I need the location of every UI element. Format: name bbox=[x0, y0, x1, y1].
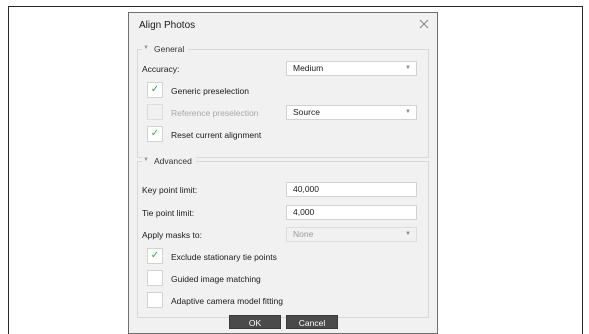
chevron-down-icon: ▼ bbox=[405, 231, 411, 237]
collapse-arrow-icon: ▼ bbox=[143, 157, 149, 163]
reference-preselection-select[interactable]: Source ▼ bbox=[286, 105, 417, 120]
align-photos-dialog: Align Photos ▼ General Accuracy: Medium … bbox=[128, 12, 438, 334]
key-point-limit-label: Key point limit: bbox=[142, 185, 198, 195]
reference-preselection-checkbox bbox=[147, 104, 163, 120]
accuracy-label: Accuracy: bbox=[142, 64, 180, 74]
apply-masks-select: None ▼ bbox=[286, 227, 417, 242]
key-point-limit-value: 40,000 bbox=[293, 184, 319, 194]
checkmark-icon: ✓ bbox=[150, 84, 160, 95]
checkmark-icon: ✓ bbox=[150, 250, 160, 261]
dialog-title: Align Photos bbox=[139, 20, 196, 31]
general-group: ▼ General Accuracy: Medium ▼ ✓ Generic p… bbox=[137, 44, 429, 158]
guided-matching-checkbox[interactable] bbox=[147, 270, 163, 286]
general-legend-label: General bbox=[154, 44, 185, 54]
tie-point-limit-input[interactable]: 4,000 bbox=[286, 205, 417, 220]
advanced-legend[interactable]: ▼ Advanced bbox=[142, 156, 196, 166]
exclude-stationary-label: Exclude stationary tie points bbox=[171, 252, 277, 262]
reference-preselection-value: Source bbox=[293, 107, 320, 117]
exclude-stationary-checkbox[interactable]: ✓ bbox=[147, 248, 163, 264]
advanced-group: ▼ Advanced Key point limit: 40,000 Tie p… bbox=[137, 156, 429, 318]
chevron-down-icon: ▼ bbox=[405, 65, 411, 71]
collapse-arrow-icon: ▼ bbox=[143, 45, 149, 51]
close-icon[interactable] bbox=[417, 17, 431, 31]
guided-matching-label: Guided image matching bbox=[171, 274, 261, 284]
advanced-legend-label: Advanced bbox=[154, 156, 192, 166]
generic-preselection-checkbox[interactable]: ✓ bbox=[147, 82, 163, 98]
reset-alignment-label: Reset current alignment bbox=[171, 130, 262, 140]
accuracy-select[interactable]: Medium ▼ bbox=[286, 61, 417, 76]
checkmark-icon: ✓ bbox=[150, 128, 160, 139]
tie-point-limit-label: Tie point limit: bbox=[142, 208, 195, 218]
adaptive-fitting-label: Adaptive camera model fitting bbox=[171, 296, 283, 306]
ok-button[interactable]: OK bbox=[229, 315, 281, 329]
apply-masks-label: Apply masks to: bbox=[142, 230, 202, 240]
generic-preselection-label: Generic preselection bbox=[171, 86, 249, 96]
chevron-down-icon: ▼ bbox=[405, 109, 411, 115]
tie-point-limit-value: 4,000 bbox=[293, 207, 315, 217]
reset-alignment-checkbox[interactable]: ✓ bbox=[147, 126, 163, 142]
key-point-limit-input[interactable]: 40,000 bbox=[286, 182, 417, 197]
cancel-button[interactable]: Cancel bbox=[286, 315, 338, 329]
reference-preselection-label: Reference preselection bbox=[171, 108, 259, 118]
accuracy-value: Medium bbox=[293, 63, 324, 73]
apply-masks-value: None bbox=[293, 229, 314, 239]
general-legend[interactable]: ▼ General bbox=[142, 44, 189, 54]
adaptive-fitting-checkbox[interactable] bbox=[147, 292, 163, 308]
